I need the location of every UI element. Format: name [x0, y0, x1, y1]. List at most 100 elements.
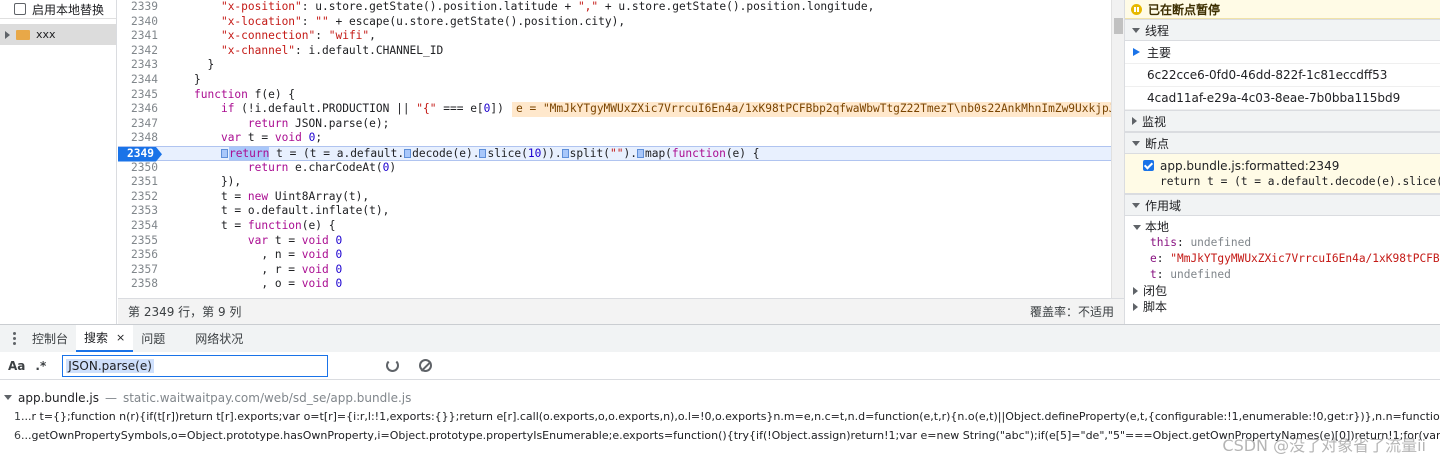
- code-line[interactable]: 2350 return e.charCodeAt(0): [118, 161, 1111, 176]
- scope-variable[interactable]: t: undefined: [1150, 267, 1440, 283]
- breakpoint-item[interactable]: app.bundle.js:formatted:2349 return t = …: [1125, 154, 1440, 194]
- code-line[interactable]: 2348 var t = void 0;: [118, 131, 1111, 146]
- tab-search[interactable]: 搜索 ×: [76, 325, 134, 352]
- tab-issues[interactable]: 问题: [133, 325, 173, 352]
- thread-label: 主要: [1147, 45, 1172, 60]
- inline-breakpoint-marker[interactable]: [404, 148, 412, 158]
- line-number[interactable]: 2339: [118, 0, 158, 15]
- editor-scrollbar[interactable]: [1111, 0, 1124, 298]
- code-line[interactable]: 2341 "x-connection": "wifi",: [118, 29, 1111, 44]
- editor-status-bar: 第 2349 行，第 9 列 覆盖率：不适用: [118, 298, 1124, 324]
- line-number[interactable]: 2358: [118, 277, 158, 292]
- code-text: , n = void 0: [194, 248, 343, 262]
- line-number[interactable]: 2343: [118, 58, 158, 73]
- thread-item[interactable]: 6c22cce6-0fd0-46dd-822f-1c81eccdff53: [1125, 64, 1440, 87]
- line-number[interactable]: 2346: [118, 102, 158, 117]
- line-number[interactable]: 2351: [118, 175, 158, 190]
- thread-label: 6c22cce6-0fd0-46dd-822f-1c81eccdff53: [1147, 68, 1388, 82]
- expand-caret-icon: [1133, 303, 1138, 311]
- code-line[interactable]: 2351 }),: [118, 175, 1111, 190]
- expand-caret-icon[interactable]: [5, 30, 10, 39]
- code-line[interactable]: 2352 t = new Uint8Array(t),: [118, 190, 1111, 205]
- code-line[interactable]: 2343 }: [118, 58, 1111, 73]
- drawer-menu-icon[interactable]: [4, 325, 24, 352]
- line-number[interactable]: 2347: [118, 117, 158, 132]
- code-line[interactable]: 2353 t = o.default.inflate(t),: [118, 204, 1111, 219]
- line-number[interactable]: 2357: [118, 263, 158, 278]
- folder-label: xxx: [36, 28, 56, 41]
- breakpoints-section-header[interactable]: 断点: [1125, 132, 1440, 154]
- search-input[interactable]: JSON.parse(e): [62, 354, 329, 377]
- thread-item-main[interactable]: 主要: [1125, 41, 1440, 64]
- code-line[interactable]: 2344}: [118, 73, 1111, 88]
- closure-scope-header[interactable]: 闭包: [1133, 283, 1440, 299]
- line-number[interactable]: 2354: [118, 219, 158, 234]
- search-result-line[interactable]: 1 ...r t={};function n(r){if(t[r])return …: [0, 407, 1440, 426]
- local-scope-header[interactable]: 本地: [1133, 219, 1440, 235]
- code-line[interactable]: 2357 , r = void 0: [118, 263, 1111, 278]
- inline-breakpoint-marker[interactable]: [636, 148, 644, 158]
- code-line[interactable]: 2356 , n = void 0: [118, 248, 1111, 263]
- separator: :: [1176, 236, 1191, 249]
- line-number[interactable]: 2355: [118, 234, 158, 249]
- line-number[interactable]: 2340: [118, 15, 158, 30]
- script-scope-header[interactable]: 脚本: [1133, 299, 1440, 315]
- line-number[interactable]: 2341: [118, 29, 158, 44]
- code-line[interactable]: 2354 t = function(e) {: [118, 219, 1111, 234]
- refresh-icon[interactable]: [386, 359, 400, 372]
- breakpoint-code: return t = (t = a.default.decode(e).slic…: [1160, 175, 1440, 188]
- line-number[interactable]: 2344: [118, 73, 158, 88]
- breakpoint-location[interactable]: app.bundle.js:formatted:2349: [1160, 159, 1339, 173]
- tab-network-conditions[interactable]: 网络状况: [187, 325, 251, 352]
- code-line[interactable]: 2347 return JSON.parse(e);: [118, 117, 1111, 132]
- regex-toggle[interactable]: .*: [35, 359, 46, 373]
- folder-tree-item[interactable]: xxx: [0, 24, 116, 45]
- code-line[interactable]: 2345 function f(e) {: [118, 88, 1111, 103]
- breakpoints-header-label: 断点: [1145, 136, 1170, 151]
- paused-banner: 已在断点暂停: [1125, 0, 1440, 19]
- line-number[interactable]: 2342: [118, 44, 158, 59]
- inline-breakpoint-marker[interactable]: [220, 148, 228, 158]
- close-tab-icon[interactable]: ×: [116, 331, 125, 344]
- line-number[interactable]: 2352: [118, 190, 158, 205]
- result-line-number: 6: [14, 429, 21, 442]
- line-number[interactable]: 2345: [118, 88, 158, 103]
- thread-item[interactable]: 4cad11af-e29a-4c03-8eae-7b0bba115bd9: [1125, 87, 1440, 110]
- local-override-checkbox[interactable]: [14, 3, 26, 15]
- scope-section-header[interactable]: 作用域: [1125, 194, 1440, 216]
- watch-header-label: 监视: [1142, 114, 1167, 129]
- local-override-row[interactable]: 启用本地替换: [0, 0, 116, 19]
- expand-caret-icon: [1133, 287, 1138, 295]
- scrollbar-thumb[interactable]: [1114, 18, 1123, 34]
- line-number[interactable]: 2350: [118, 161, 158, 176]
- script-scope-label: 脚本: [1143, 300, 1168, 314]
- scope-variable[interactable]: e: "MmJkYTgyMWUxZXic7VrrcuI6En4a/1xK98tP…: [1150, 251, 1440, 267]
- match-case-toggle[interactable]: Aa: [8, 359, 25, 373]
- code-line[interactable]: 2358 , o = void 0: [118, 277, 1111, 292]
- code-text: return t = (t = a.default. decode(e). slic…: [194, 146, 760, 162]
- code-text: var t = void 0: [247, 233, 343, 247]
- code-line[interactable]: 2346 if (!i.default.PRODUCTION || "{" ==…: [118, 102, 1111, 117]
- code-text: "x-connection": "wifi",: [220, 29, 376, 43]
- breakpoint-checkbox[interactable]: [1143, 160, 1154, 171]
- code-line[interactable]: 2355 var t = void 0: [118, 234, 1111, 249]
- tab-console[interactable]: 控制台: [24, 325, 76, 352]
- threads-section-header[interactable]: 线程: [1125, 19, 1440, 41]
- code-line[interactable]: 2342 "x-channel": i.default.CHANNEL_ID: [118, 44, 1111, 59]
- watch-section-header[interactable]: 监视: [1125, 110, 1440, 132]
- inline-breakpoint-marker[interactable]: [561, 148, 569, 158]
- result-file-header[interactable]: app.bundle.js — static.waitwaitpay.com/w…: [0, 388, 1440, 407]
- line-number[interactable]: 2349: [118, 146, 162, 162]
- line-number[interactable]: 2353: [118, 204, 158, 219]
- code-line[interactable]: 2339 "x-position": u.store.getState().po…: [118, 0, 1111, 15]
- line-number[interactable]: 2348: [118, 131, 158, 146]
- code-line[interactable]: 2340 "x-location": "" + escape(u.store.g…: [118, 15, 1111, 30]
- current-execution-line[interactable]: 2349 return t = (t = a.default. decode(e)…: [118, 145, 1111, 162]
- scope-variable[interactable]: this: undefined: [1150, 235, 1440, 251]
- cursor-position: 第 2349 行，第 9 列: [128, 305, 242, 319]
- inline-breakpoint-marker[interactable]: [479, 148, 487, 158]
- source-editor[interactable]: 2339 "x-position": u.store.getState().po…: [118, 0, 1111, 298]
- code-text: }),: [194, 175, 242, 189]
- line-number[interactable]: 2356: [118, 248, 158, 263]
- clear-icon[interactable]: [419, 359, 433, 372]
